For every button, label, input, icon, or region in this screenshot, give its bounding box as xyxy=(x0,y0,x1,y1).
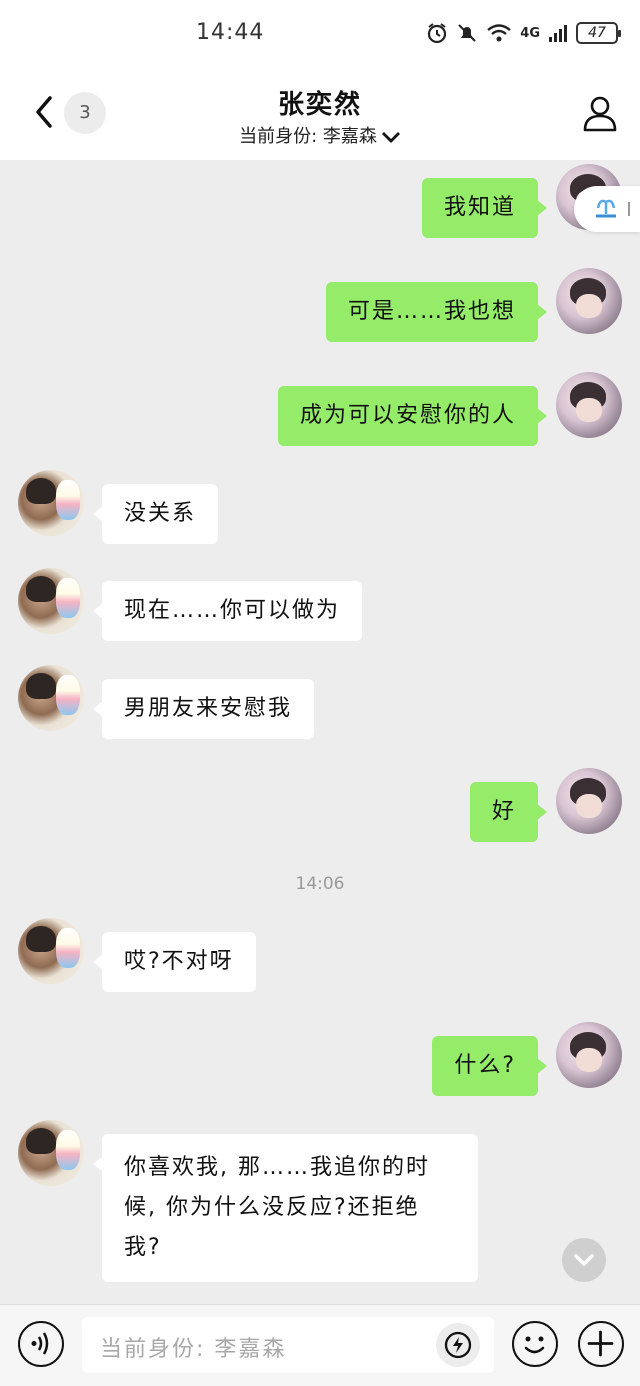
my-avatar[interactable] xyxy=(556,268,622,334)
message-bubble[interactable]: 什么? xyxy=(432,1036,547,1096)
plus-icon xyxy=(587,1330,614,1357)
message-input[interactable]: 当前身份: 李嘉森 xyxy=(82,1317,494,1373)
input-placeholder: 当前身份: 李嘉森 xyxy=(100,1337,287,1362)
message-bubble[interactable]: 男朋友来安慰我 xyxy=(92,679,315,739)
message-bubble[interactable]: 可是……我也想 xyxy=(325,282,548,342)
identity-switcher[interactable]: 当前身份: 李嘉森 xyxy=(0,122,640,148)
message-line: 我? xyxy=(124,1235,162,1260)
message-bubble[interactable]: 没关系 xyxy=(92,484,219,544)
spark-button[interactable] xyxy=(436,1323,480,1367)
contact-avatar[interactable] xyxy=(18,918,84,984)
chat-header: 3 张奕然 当前身份: 李嘉森 xyxy=(0,70,640,160)
status-icons: 4G 47 xyxy=(426,22,621,44)
alarm-icon xyxy=(428,23,447,44)
battery-icon: 47 xyxy=(576,22,621,44)
widget-divider xyxy=(628,202,630,216)
message-line: 候, 你为什么没反应?还拒绝 xyxy=(124,1195,420,1220)
my-avatar[interactable] xyxy=(556,372,622,438)
contact-avatar[interactable] xyxy=(18,1120,84,1186)
message-bubble[interactable]: 你喜欢我, 那……我追你的时 候, 你为什么没反应?还拒绝 我? xyxy=(93,1134,478,1282)
message-bubble[interactable]: 哎?不对呀 xyxy=(93,932,256,992)
message-bubble[interactable]: 我知道 xyxy=(421,178,548,238)
contact-avatar[interactable] xyxy=(18,568,84,634)
message-bubble[interactable]: 好 xyxy=(469,782,548,842)
spark-icon xyxy=(444,1331,472,1359)
scroll-down-button[interactable] xyxy=(562,1238,606,1282)
floating-widget[interactable] xyxy=(574,186,640,232)
mute-icon xyxy=(458,24,476,42)
chevron-down-icon xyxy=(381,132,400,143)
message-bubble[interactable]: 现在……你可以做为 xyxy=(92,581,363,641)
scroll-down-icon xyxy=(574,1254,594,1266)
my-avatar[interactable] xyxy=(556,1022,622,1088)
chat-title: 张奕然 xyxy=(277,90,362,120)
voice-button[interactable] xyxy=(18,1321,64,1367)
status-bar: 14:44 4G 47 xyxy=(0,0,640,70)
contact-avatar[interactable] xyxy=(18,470,84,536)
wifi-icon xyxy=(487,24,512,42)
emoji-icon xyxy=(524,1336,545,1354)
voice-icon xyxy=(31,1332,49,1355)
signal-label: 4G xyxy=(520,25,540,41)
status-time: 14:44 xyxy=(196,20,265,45)
signal-icon xyxy=(549,25,567,42)
message-line: 你喜欢我, 那……我追你的时 xyxy=(124,1155,430,1180)
emoji-button[interactable] xyxy=(512,1321,558,1367)
contact-avatar[interactable] xyxy=(18,665,84,731)
person-icon[interactable] xyxy=(582,94,618,132)
input-bar: 当前身份: 李嘉森 xyxy=(0,1304,640,1386)
identity-label: 当前身份: 李嘉森 xyxy=(239,126,377,147)
fountain-icon xyxy=(596,199,616,218)
message-timestamp: 14:06 xyxy=(295,874,345,894)
message-bubble[interactable]: 成为可以安慰你的人 xyxy=(277,386,548,446)
my-avatar[interactable] xyxy=(556,768,622,834)
plus-button[interactable] xyxy=(578,1321,624,1367)
